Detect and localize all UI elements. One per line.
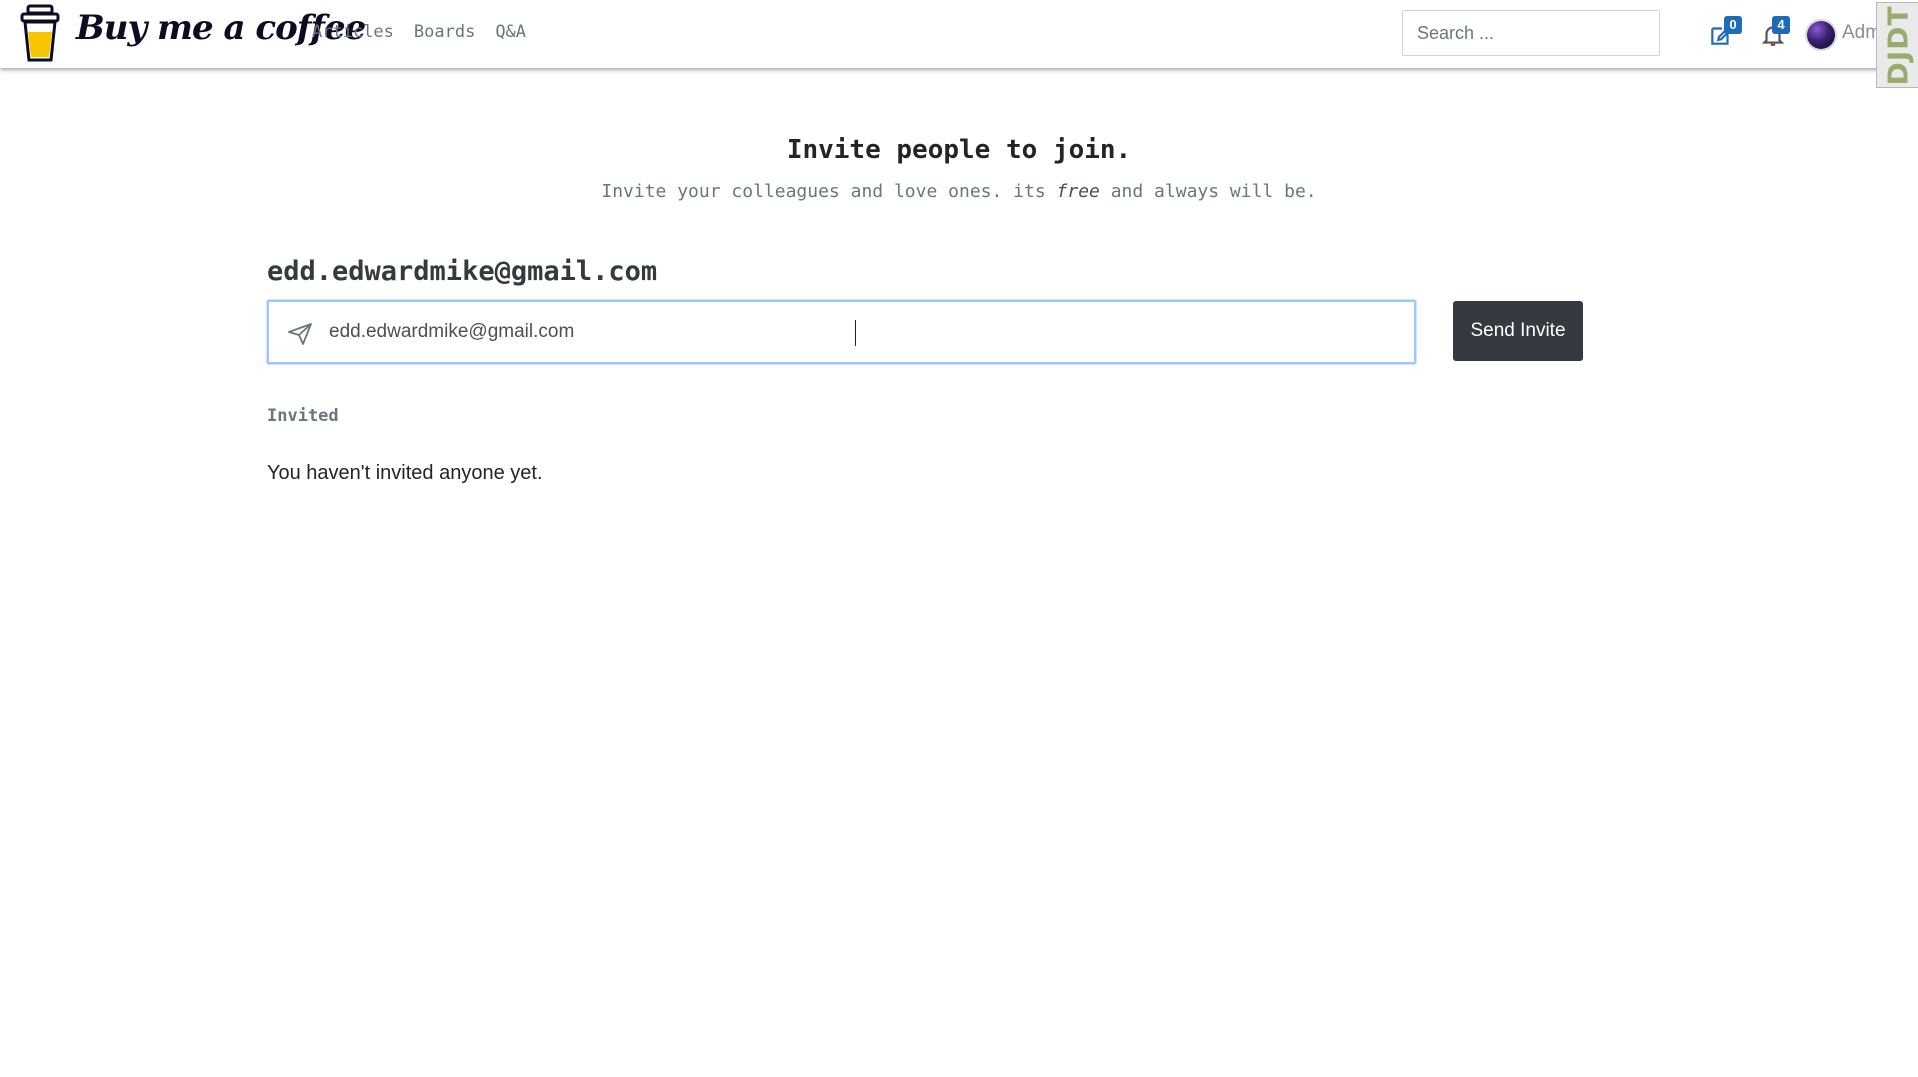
drafts-count-badge: 0 bbox=[1724, 16, 1742, 34]
search-input[interactable] bbox=[1402, 10, 1660, 56]
text-cursor bbox=[855, 320, 856, 346]
debug-toolbar-handle[interactable]: DJDT bbox=[1876, 2, 1918, 88]
email-preview-heading: edd.edwardmike@gmail.com bbox=[267, 256, 658, 287]
avatar[interactable] bbox=[1807, 21, 1835, 49]
coffee-cup-icon[interactable] bbox=[19, 4, 61, 64]
navbar: Buy me a coffee Articles Boards Q&A 0 4 … bbox=[0, 0, 1918, 68]
page-subtitle: Invite your colleagues and love ones. it… bbox=[0, 181, 1918, 202]
page-title: Invite people to join. bbox=[786, 135, 1132, 165]
nav-link-articles[interactable]: Articles bbox=[312, 22, 394, 42]
subtitle-text-end: and always will be. bbox=[1099, 181, 1317, 202]
subtitle-text-start: Invite your colleagues and love ones. it… bbox=[601, 181, 1057, 202]
drafts-button[interactable]: 0 bbox=[1706, 14, 1746, 54]
debug-toolbar-label: DJDT bbox=[1881, 4, 1915, 86]
notifications-count-badge: 4 bbox=[1772, 16, 1790, 34]
invited-section-label: Invited bbox=[267, 406, 339, 426]
subtitle-emphasis: free bbox=[1056, 181, 1100, 202]
invited-empty-message: You haven't invited anyone yet. bbox=[267, 462, 543, 484]
user-name[interactable]: Admin bbox=[1842, 22, 1876, 44]
nav-link-boards[interactable]: Boards bbox=[414, 22, 475, 42]
main-nav: Articles Boards Q&A bbox=[312, 22, 526, 42]
send-icon bbox=[288, 323, 312, 345]
nav-link-qa[interactable]: Q&A bbox=[495, 22, 526, 42]
invite-email-field[interactable] bbox=[267, 300, 1416, 364]
notifications-button[interactable]: 4 bbox=[1758, 14, 1798, 54]
invite-email-input[interactable] bbox=[329, 312, 1399, 352]
send-invite-button[interactable]: Send Invite bbox=[1453, 301, 1583, 361]
